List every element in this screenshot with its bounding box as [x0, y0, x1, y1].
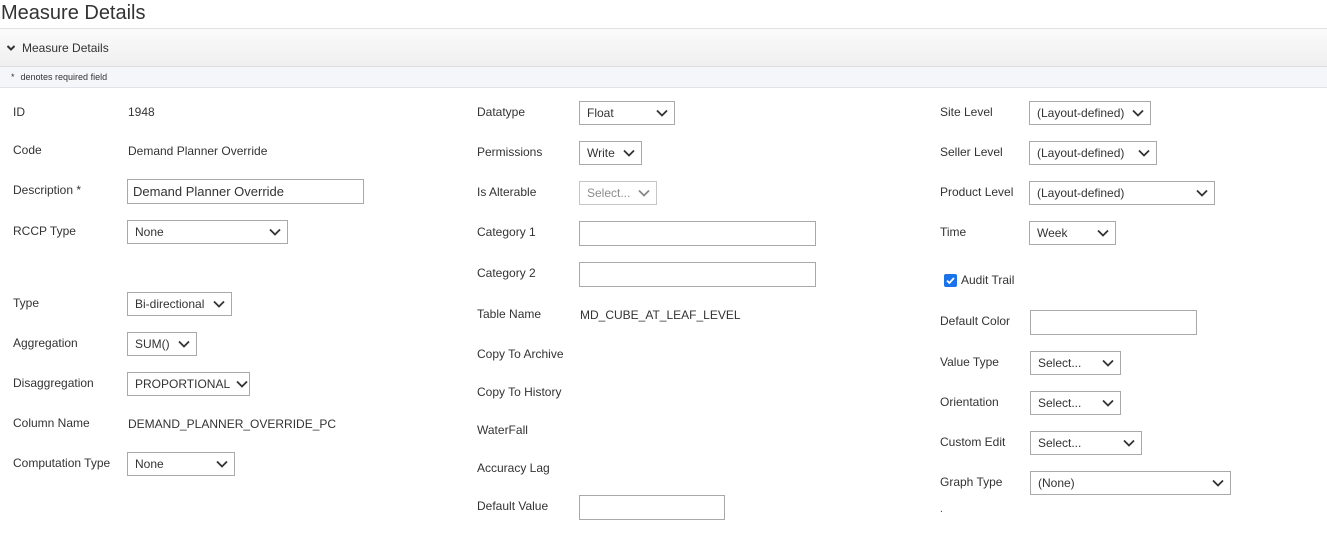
chevron-down-icon: [638, 189, 650, 197]
seller-level-label: Seller Level: [940, 145, 1003, 159]
seller-level-value: (Layout-defined): [1037, 146, 1125, 160]
page-title: Measure Details: [1, 2, 146, 24]
code-value: Demand Planner Override: [128, 144, 268, 158]
chevron-down-icon: [216, 460, 228, 468]
product-level-select[interactable]: (Layout-defined): [1029, 181, 1215, 205]
column-name-label: Column Name: [13, 416, 90, 430]
custom-edit-value: Select...: [1038, 436, 1082, 450]
time-label: Time: [940, 225, 967, 239]
table-name-label: Table Name: [477, 307, 542, 321]
table-name-value: MD_CUBE_AT_LEAF_LEVEL: [580, 308, 741, 322]
product-level-label: Product Level: [940, 185, 1014, 199]
is-alterable-value: Select...: [587, 186, 631, 200]
aggregation-value: SUM(): [135, 337, 170, 351]
audit-trail-checkbox-group: Audit Trail: [944, 273, 1014, 287]
audit-trail-checkbox[interactable]: [944, 273, 957, 287]
chevron-down-icon: [1097, 229, 1109, 237]
chevron-down-icon: [1102, 399, 1114, 407]
default-color-label: Default Color: [940, 314, 1011, 328]
permissions-label: Permissions: [477, 145, 543, 159]
is-alterable-label: Is Alterable: [477, 185, 537, 199]
is-alterable-select[interactable]: Select...: [579, 181, 657, 205]
audit-trail-label: Audit Trail: [961, 273, 1015, 287]
custom-edit-label: Custom Edit: [940, 435, 1006, 449]
value-type-select[interactable]: Select...: [1030, 351, 1121, 375]
permissions-select[interactable]: Write: [579, 141, 642, 165]
chevron-down-icon: [269, 228, 281, 236]
chevron-down-icon: [6, 44, 16, 51]
code-label: Code: [13, 143, 42, 157]
computation-type-label: Computation Type: [13, 456, 111, 470]
orientation-select[interactable]: Select...: [1030, 391, 1121, 415]
required-note-text: denotes required field: [20, 72, 108, 82]
chevron-down-icon: [1196, 189, 1208, 197]
waterfall-label: WaterFall: [477, 423, 528, 437]
trailing-mark: .: [940, 504, 943, 515]
computation-type-select[interactable]: None: [127, 452, 235, 476]
datatype-select[interactable]: Float: [579, 101, 675, 125]
type-select[interactable]: Bi-directional: [127, 292, 232, 316]
value-type-label: Value Type: [940, 355, 999, 369]
copy-to-history-label: Copy To History: [477, 385, 562, 399]
chevron-down-icon: [178, 340, 190, 348]
required-asterisk: *: [11, 72, 15, 82]
category-2-label: Category 2: [477, 266, 536, 280]
product-level-value: (Layout-defined): [1037, 186, 1125, 200]
aggregation-select[interactable]: SUM(): [127, 332, 197, 356]
disaggregation-select[interactable]: PROPORTIONAL: [127, 372, 250, 396]
orientation-value: Select...: [1038, 396, 1082, 410]
type-value: Bi-directional: [135, 297, 205, 311]
value-type-value: Select...: [1038, 356, 1082, 370]
id-label: ID: [13, 105, 25, 119]
site-level-label: Site Level: [940, 105, 993, 119]
default-color-input[interactable]: [1030, 310, 1197, 335]
default-value-label: Default Value: [477, 499, 549, 513]
rccp-type-label: RCCP Type: [13, 224, 76, 238]
aggregation-label: Aggregation: [13, 336, 78, 350]
permissions-value: Write: [587, 146, 615, 160]
chevron-down-icon: [1123, 439, 1135, 447]
chevron-down-icon: [1102, 359, 1114, 367]
datatype-value: Float: [587, 106, 614, 120]
panel-header-label: Measure Details: [22, 40, 109, 55]
time-select[interactable]: Week: [1029, 221, 1116, 245]
chevron-down-icon: [1212, 479, 1224, 487]
default-value-input[interactable]: [579, 495, 725, 520]
id-value: 1948: [128, 105, 155, 119]
rccp-type-value: None: [135, 225, 164, 239]
orientation-label: Orientation: [940, 395, 999, 409]
disaggregation-label: Disaggregation: [13, 376, 94, 390]
checkmark-icon: [946, 276, 955, 284]
category-1-input[interactable]: [579, 221, 816, 246]
time-value: Week: [1037, 226, 1068, 240]
seller-level-select[interactable]: (Layout-defined): [1029, 141, 1157, 165]
chevron-down-icon: [623, 149, 635, 157]
custom-edit-select[interactable]: Select...: [1030, 431, 1142, 455]
graph-type-select[interactable]: (None): [1030, 471, 1231, 495]
accuracy-lag-label: Accuracy Lag: [477, 461, 550, 475]
category-1-label: Category 1: [477, 225, 536, 239]
copy-to-archive-label: Copy To Archive: [477, 347, 564, 361]
required-field-note: * denotes required field: [0, 67, 1327, 88]
chevron-down-icon: [1132, 109, 1144, 117]
chevron-down-icon: [656, 109, 668, 117]
description-label: Description *: [13, 183, 82, 197]
computation-type-value: None: [135, 457, 164, 471]
measure-details-panel-toggle[interactable]: Measure Details: [0, 29, 1327, 67]
rccp-type-select[interactable]: None: [127, 220, 288, 244]
description-input[interactable]: [127, 179, 364, 204]
datatype-label: Datatype: [477, 105, 526, 119]
category-2-input[interactable]: [579, 262, 816, 287]
graph-type-value: (None): [1038, 476, 1075, 490]
site-level-select[interactable]: (Layout-defined): [1029, 101, 1151, 125]
chevron-down-icon: [236, 380, 248, 388]
chevron-down-icon: [1138, 149, 1150, 157]
disaggregation-value: PROPORTIONAL: [135, 377, 231, 391]
type-label: Type: [13, 296, 40, 310]
column-name-value: DEMAND_PLANNER_OVERRIDE_PC: [128, 417, 337, 431]
graph-type-label: Graph Type: [940, 475, 1003, 489]
site-level-value: (Layout-defined): [1037, 106, 1125, 120]
chevron-down-icon: [213, 300, 225, 308]
